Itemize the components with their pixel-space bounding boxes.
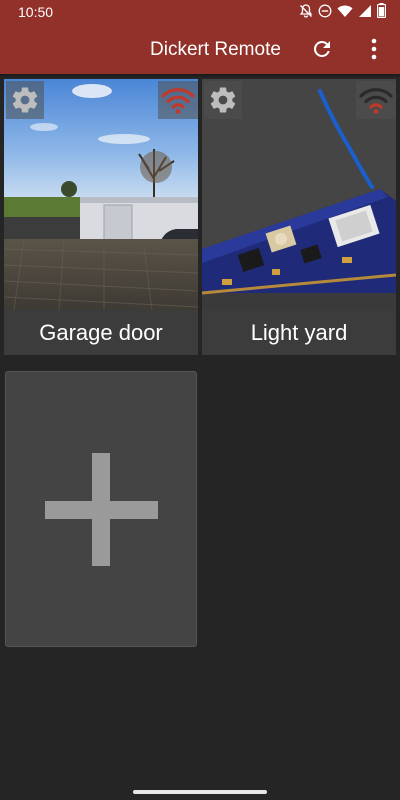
wifi-signal-icon [161,88,195,114]
bell-off-icon [299,3,313,21]
wifi-icon [337,4,353,21]
device-signal-indicator [158,81,198,119]
refresh-icon [313,40,330,57]
device-tile-light-yard[interactable]: Light yard [202,79,396,355]
navigation-bar [0,776,400,800]
battery-icon [376,3,387,21]
more-vert-icon [371,38,377,60]
device-label: Garage door [4,310,198,355]
gear-icon [12,87,38,113]
status-icons [299,3,387,21]
refresh-button[interactable] [308,35,336,63]
more-options-button[interactable] [362,35,386,63]
device-signal-indicator [356,81,396,119]
do-not-disturb-icon [318,4,332,21]
status-time: 10:50 [18,4,54,20]
gesture-handle[interactable] [133,790,267,794]
app-bar: Dickert Remote [0,24,400,74]
status-bar: 10:50 [0,0,400,24]
device-tile-garage-door[interactable]: Garage door [4,79,198,355]
app-title: Dickert Remote [150,39,281,60]
add-device-button[interactable] [5,371,197,647]
signal-icon [358,4,372,21]
gear-icon [210,87,236,113]
device-settings-button[interactable] [204,81,242,119]
app-bar-shadow [0,74,400,78]
device-settings-button[interactable] [6,81,44,119]
plus-icon-vertical [92,453,110,566]
device-label: Light yard [202,310,396,355]
wifi-signal-icon [359,88,393,114]
